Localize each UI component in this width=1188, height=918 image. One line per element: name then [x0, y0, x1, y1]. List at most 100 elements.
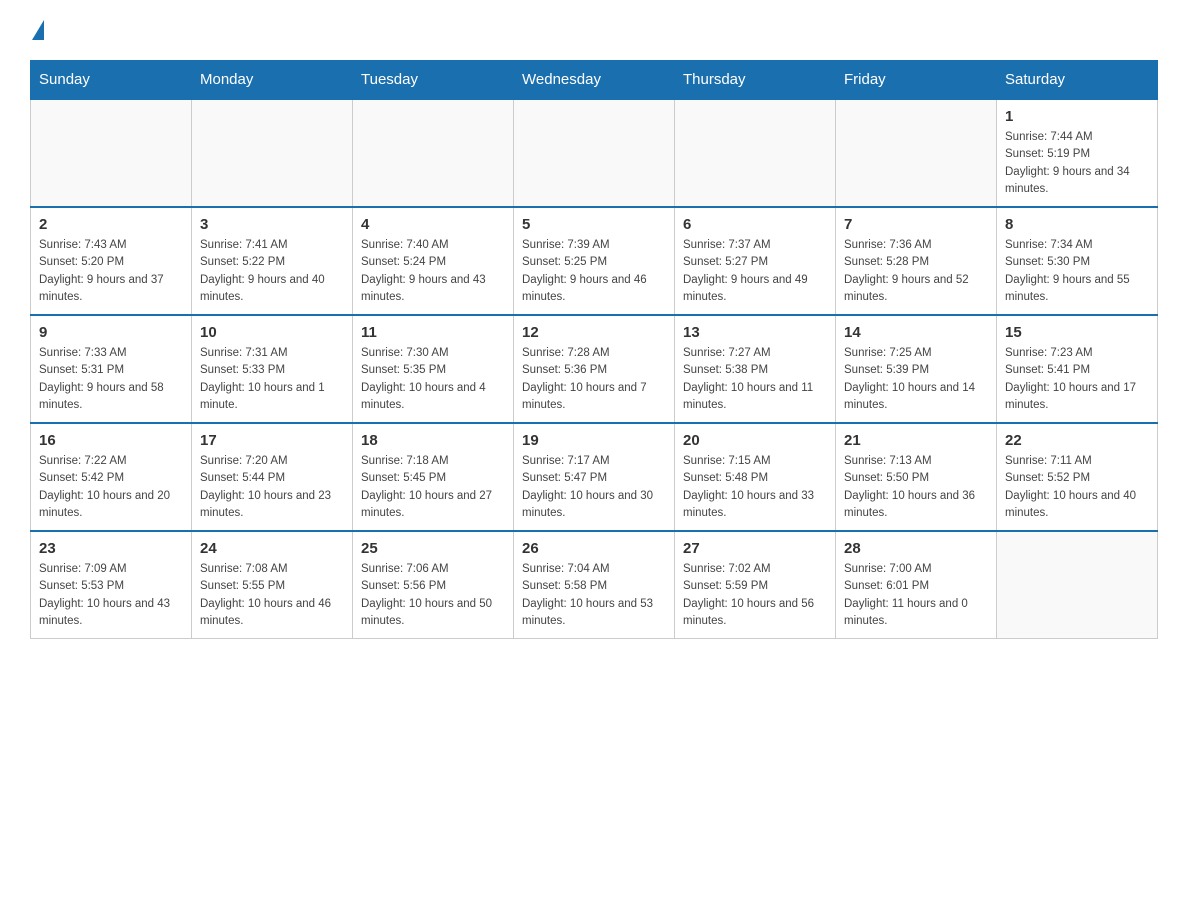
page-header: [30, 20, 1158, 40]
day-number: 19: [522, 432, 666, 449]
day-info: Sunrise: 7:00 AMSunset: 6:01 PMDaylight:…: [844, 561, 988, 630]
day-info: Sunrise: 7:28 AMSunset: 5:36 PMDaylight:…: [522, 345, 666, 414]
calendar-cell: 6 Sunrise: 7:37 AMSunset: 5:27 PMDaylight…: [675, 207, 836, 315]
day-number: 6: [683, 216, 827, 233]
calendar-cell: 16 Sunrise: 7:22 AMSunset: 5:42 PMDayligh…: [31, 423, 192, 531]
day-info: Sunrise: 7:11 AMSunset: 5:52 PMDaylight:…: [1005, 453, 1149, 522]
day-number: 10: [200, 324, 344, 341]
calendar-cell: 22 Sunrise: 7:11 AMSunset: 5:52 PMDayligh…: [997, 423, 1158, 531]
day-info: Sunrise: 7:17 AMSunset: 5:47 PMDaylight:…: [522, 453, 666, 522]
calendar-cell: 9Sunrise: 7:33 AMSunset: 5:31 PMDaylight…: [31, 315, 192, 423]
day-info: Sunrise: 7:08 AMSunset: 5:55 PMDaylight:…: [200, 561, 344, 630]
calendar-table: Sunday Monday Tuesday Wednesday Thursday…: [30, 60, 1158, 639]
calendar-cell: 7 Sunrise: 7:36 AMSunset: 5:28 PMDaylight…: [836, 207, 997, 315]
day-number: 5: [522, 216, 666, 233]
day-number: 20: [683, 432, 827, 449]
day-info: Sunrise: 7:27 AMSunset: 5:38 PMDaylight:…: [683, 345, 827, 414]
header-thursday: Thursday: [675, 61, 836, 100]
day-number: 16: [39, 432, 183, 449]
day-info: Sunrise: 7:15 AMSunset: 5:48 PMDaylight:…: [683, 453, 827, 522]
day-number: 18: [361, 432, 505, 449]
calendar-cell: 12 Sunrise: 7:28 AMSunset: 5:36 PMDayligh…: [514, 315, 675, 423]
day-number: 13: [683, 324, 827, 341]
logo-triangle-icon: [32, 20, 44, 40]
header-sunday: Sunday: [31, 61, 192, 100]
day-number: 26: [522, 540, 666, 557]
calendar-cell: 20 Sunrise: 7:15 AMSunset: 5:48 PMDayligh…: [675, 423, 836, 531]
header-friday: Friday: [836, 61, 997, 100]
day-info: Sunrise: 7:34 AMSunset: 5:30 PMDaylight:…: [1005, 237, 1149, 306]
day-number: 22: [1005, 432, 1149, 449]
day-info: Sunrise: 7:09 AMSunset: 5:53 PMDaylight:…: [39, 561, 183, 630]
day-info: Sunrise: 7:44 AMSunset: 5:19 PMDaylight:…: [1005, 129, 1149, 198]
calendar-cell: 19 Sunrise: 7:17 AMSunset: 5:47 PMDayligh…: [514, 423, 675, 531]
day-number: 8: [1005, 216, 1149, 233]
day-number: 23: [39, 540, 183, 557]
day-number: 11: [361, 324, 505, 341]
calendar-cell: 27 Sunrise: 7:02 AMSunset: 5:59 PMDayligh…: [675, 531, 836, 639]
calendar-cell: 8 Sunrise: 7:34 AMSunset: 5:30 PMDaylight…: [997, 207, 1158, 315]
day-number: 15: [1005, 324, 1149, 341]
calendar-cell: [192, 99, 353, 207]
day-number: 1: [1005, 108, 1149, 125]
calendar-cell: 17 Sunrise: 7:20 AMSunset: 5:44 PMDayligh…: [192, 423, 353, 531]
header-wednesday: Wednesday: [514, 61, 675, 100]
day-info: Sunrise: 7:23 AMSunset: 5:41 PMDaylight:…: [1005, 345, 1149, 414]
calendar-cell: 1 Sunrise: 7:44 AMSunset: 5:19 PMDaylight…: [997, 99, 1158, 207]
calendar-cell: 3Sunrise: 7:41 AMSunset: 5:22 PMDaylight…: [192, 207, 353, 315]
calendar-cell: 25 Sunrise: 7:06 AMSunset: 5:56 PMDayligh…: [353, 531, 514, 639]
day-number: 25: [361, 540, 505, 557]
calendar-cell: 2Sunrise: 7:43 AMSunset: 5:20 PMDaylight…: [31, 207, 192, 315]
calendar-cell: 14Sunrise: 7:25 AMSunset: 5:39 PMDayligh…: [836, 315, 997, 423]
calendar-week-row: 16 Sunrise: 7:22 AMSunset: 5:42 PMDayligh…: [31, 423, 1158, 531]
day-info: Sunrise: 7:39 AMSunset: 5:25 PMDaylight:…: [522, 237, 666, 306]
calendar-week-row: 1 Sunrise: 7:44 AMSunset: 5:19 PMDaylight…: [31, 99, 1158, 207]
calendar-cell: 24 Sunrise: 7:08 AMSunset: 5:55 PMDayligh…: [192, 531, 353, 639]
calendar-cell: [836, 99, 997, 207]
day-info: Sunrise: 7:40 AMSunset: 5:24 PMDaylight:…: [361, 237, 505, 306]
calendar-cell: 13 Sunrise: 7:27 AMSunset: 5:38 PMDayligh…: [675, 315, 836, 423]
calendar-week-row: 2Sunrise: 7:43 AMSunset: 5:20 PMDaylight…: [31, 207, 1158, 315]
day-number: 12: [522, 324, 666, 341]
logo: [30, 20, 46, 40]
header-saturday: Saturday: [997, 61, 1158, 100]
day-number: 14: [844, 324, 988, 341]
day-number: 27: [683, 540, 827, 557]
calendar-cell: [514, 99, 675, 207]
day-info: Sunrise: 7:02 AMSunset: 5:59 PMDaylight:…: [683, 561, 827, 630]
day-number: 28: [844, 540, 988, 557]
day-number: 2: [39, 216, 183, 233]
day-number: 17: [200, 432, 344, 449]
calendar-cell: 26 Sunrise: 7:04 AMSunset: 5:58 PMDayligh…: [514, 531, 675, 639]
day-info: Sunrise: 7:37 AMSunset: 5:27 PMDaylight:…: [683, 237, 827, 306]
calendar-cell: [675, 99, 836, 207]
calendar-cell: 10 Sunrise: 7:31 AMSunset: 5:33 PMDayligh…: [192, 315, 353, 423]
day-info: Sunrise: 7:20 AMSunset: 5:44 PMDaylight:…: [200, 453, 344, 522]
calendar-cell: 21Sunrise: 7:13 AMSunset: 5:50 PMDayligh…: [836, 423, 997, 531]
day-info: Sunrise: 7:04 AMSunset: 5:58 PMDaylight:…: [522, 561, 666, 630]
day-info: Sunrise: 7:30 AMSunset: 5:35 PMDaylight:…: [361, 345, 505, 414]
day-number: 7: [844, 216, 988, 233]
day-info: Sunrise: 7:36 AMSunset: 5:28 PMDaylight:…: [844, 237, 988, 306]
calendar-cell: 4 Sunrise: 7:40 AMSunset: 5:24 PMDaylight…: [353, 207, 514, 315]
calendar-cell: 28 Sunrise: 7:00 AMSunset: 6:01 PMDayligh…: [836, 531, 997, 639]
calendar-cell: [31, 99, 192, 207]
calendar-week-row: 9Sunrise: 7:33 AMSunset: 5:31 PMDaylight…: [31, 315, 1158, 423]
calendar-cell: 11 Sunrise: 7:30 AMSunset: 5:35 PMDayligh…: [353, 315, 514, 423]
day-number: 24: [200, 540, 344, 557]
calendar-cell: 18Sunrise: 7:18 AMSunset: 5:45 PMDayligh…: [353, 423, 514, 531]
day-number: 21: [844, 432, 988, 449]
day-info: Sunrise: 7:06 AMSunset: 5:56 PMDaylight:…: [361, 561, 505, 630]
calendar-cell: [997, 531, 1158, 639]
calendar-cell: 5 Sunrise: 7:39 AMSunset: 5:25 PMDaylight…: [514, 207, 675, 315]
header-tuesday: Tuesday: [353, 61, 514, 100]
day-number: 9: [39, 324, 183, 341]
calendar-cell: 15 Sunrise: 7:23 AMSunset: 5:41 PMDayligh…: [997, 315, 1158, 423]
day-number: 4: [361, 216, 505, 233]
calendar-cell: 23 Sunrise: 7:09 AMSunset: 5:53 PMDayligh…: [31, 531, 192, 639]
day-info: Sunrise: 7:22 AMSunset: 5:42 PMDaylight:…: [39, 453, 183, 522]
logo-general-text: [30, 20, 46, 40]
day-info: Sunrise: 7:31 AMSunset: 5:33 PMDaylight:…: [200, 345, 344, 414]
header-monday: Monday: [192, 61, 353, 100]
calendar-cell: [353, 99, 514, 207]
